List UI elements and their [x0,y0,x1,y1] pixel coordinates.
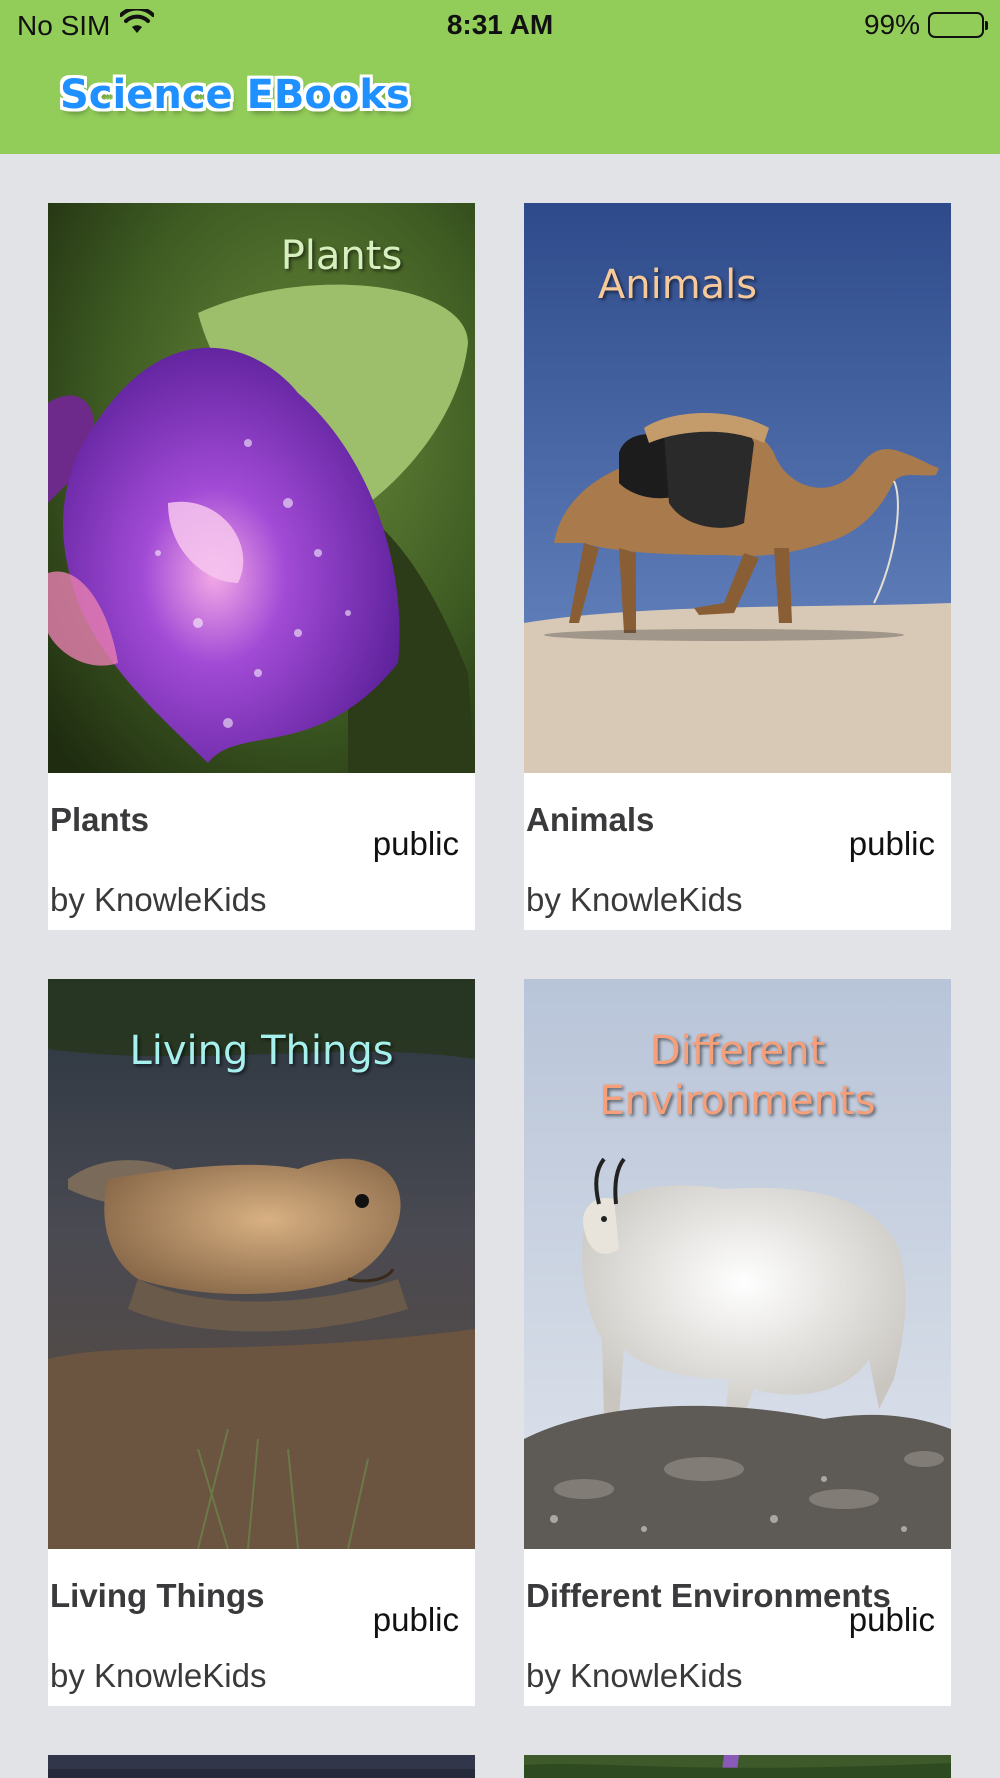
book-cover-different-environments[interactable]: Different Environments [524,979,951,1549]
book-meta: Different Environments public by KnowleK… [524,1549,951,1706]
visibility-label: public [848,1601,935,1638]
cover-title: Different Environments [524,1026,951,1126]
book-card-plants[interactable]: Plants Plants public by KnowleKids [48,203,475,930]
cover-title-line2: Environments [599,1078,876,1124]
book-meta: Animals public by KnowleKids [524,773,951,930]
book-card-partial-left[interactable] [48,1755,475,1778]
partial-cover-image [48,1755,475,1778]
book-cover-animals[interactable]: Animals [524,203,951,773]
cover-title: Living Things [129,1028,394,1074]
battery-icon [928,12,988,38]
book-title: Different Environments [526,1577,891,1614]
visibility-label: public [372,825,459,862]
book-title: Animals [526,801,655,838]
status-bar: No SIM 8:31 AM 99% [0,0,1000,50]
book-meta: Living Things public by KnowleKids [48,1549,475,1706]
screen: No SIM 8:31 AM 99% Science EBooks Plants… [0,0,1000,1778]
header-bar: No SIM 8:31 AM 99% Science EBooks [0,0,1000,154]
cover-title: Animals [597,262,758,308]
battery-percent: 99% [863,9,920,40]
book-title: Plants [50,801,150,838]
book-title: Living Things [50,1577,265,1614]
author-label: by KnowleKids [50,881,267,918]
app-logo-title: Science EBooks [60,72,410,118]
visibility-label: public [372,1601,459,1638]
visibility-label: public [848,825,935,862]
plants-cover-image [48,203,475,773]
author-label: by KnowleKids [526,881,743,918]
book-card-animals[interactable]: Animals Animals public by KnowleKids [524,203,951,930]
cover-title-line1: Different [649,1028,826,1074]
cover-title: Plants [280,233,403,279]
book-card-partial-right[interactable] [524,1755,951,1778]
clock: 8:31 AM [446,9,554,40]
author-label: by KnowleKids [526,1657,743,1694]
author-label: by KnowleKids [50,1657,267,1694]
book-meta: Plants public by KnowleKids [48,773,475,930]
status-right: 99% [863,9,988,41]
book-cover-plants[interactable]: Plants [48,203,475,773]
book-cover-living-things[interactable]: Living Things [48,979,475,1549]
partial-cover-image [524,1755,951,1778]
book-card-living-things[interactable]: Living Things Living Things public by Kn… [48,979,475,1706]
book-card-different-environments[interactable]: Different Environments Different Environ… [524,979,951,1706]
